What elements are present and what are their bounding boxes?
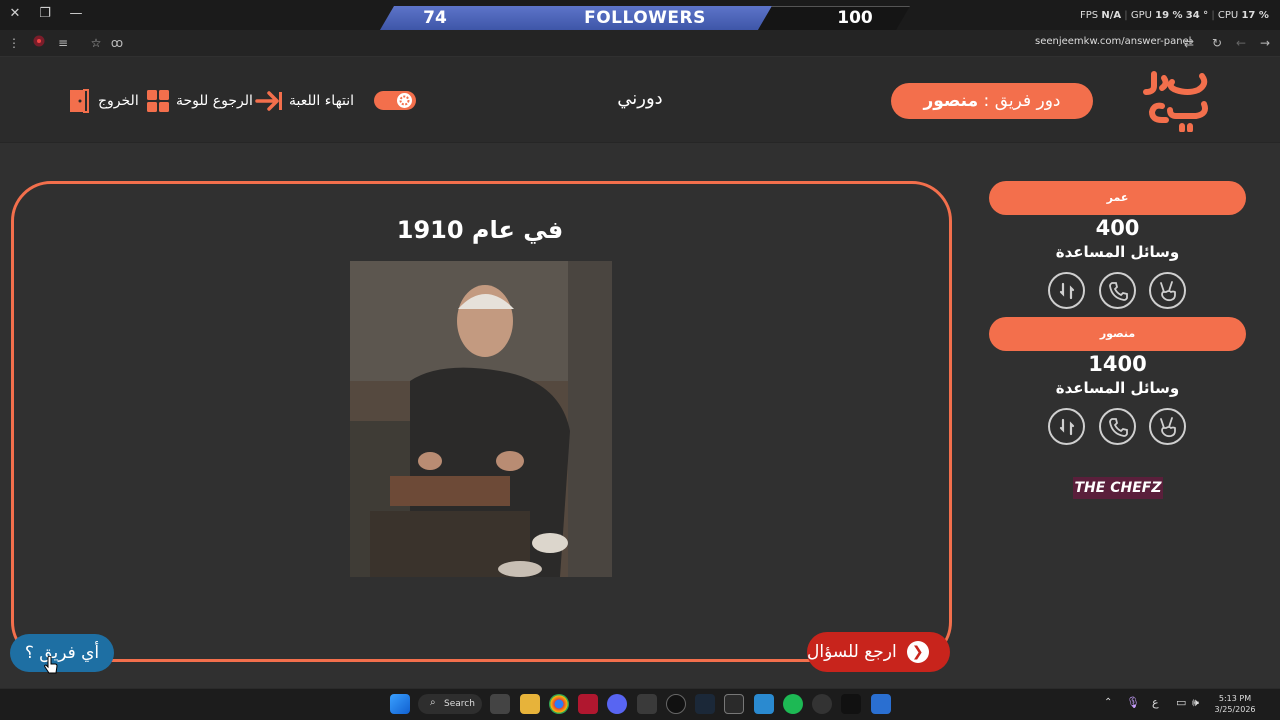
cpu-label: CPU bbox=[1217, 10, 1239, 21]
end-game-button[interactable]: انتهاء اللعبة bbox=[255, 88, 354, 114]
grid-icon bbox=[147, 90, 169, 112]
app-icon[interactable] bbox=[637, 694, 657, 714]
shield-icon[interactable] bbox=[871, 694, 891, 714]
close-window-icon[interactable]: ✕ bbox=[5, 5, 25, 23]
file-explorer-icon[interactable] bbox=[520, 694, 540, 714]
toggle-knob bbox=[397, 93, 412, 108]
restore-window-icon[interactable]: ❐ bbox=[35, 5, 55, 23]
question-title: في عام 1910 bbox=[396, 216, 564, 244]
clock-time: 5:13 PM bbox=[1218, 694, 1252, 703]
back-to-board-label: الرجوع للوحة bbox=[176, 93, 253, 109]
followers-label: FOLLOWERS bbox=[584, 8, 706, 28]
team-aids-label: وسائل المساعدة bbox=[1055, 379, 1180, 397]
taskbar-search-label: Search bbox=[444, 699, 475, 709]
back-to-question-button[interactable]: ❮ ارجع للسؤال bbox=[807, 632, 950, 672]
question-photo bbox=[350, 261, 612, 577]
epic-games-icon[interactable] bbox=[724, 694, 744, 714]
system-clock[interactable]: 5:13 PM 3/25/2026 bbox=[1210, 693, 1260, 715]
turn-prefix: دور فريق : bbox=[978, 91, 1061, 111]
forward-icon[interactable]: ← bbox=[1232, 34, 1250, 52]
hand-cursor-icon bbox=[44, 656, 58, 674]
search-icon: ⌕ bbox=[430, 697, 436, 708]
taskbar-search[interactable]: Search bbox=[418, 694, 482, 714]
cpu-value: 17 % bbox=[1241, 10, 1269, 21]
facebook-gaming-icon[interactable] bbox=[754, 694, 774, 714]
two-answers-icon[interactable] bbox=[1048, 408, 1085, 445]
arrow-right-icon bbox=[255, 91, 282, 111]
clock-date: 3/25/2026 bbox=[1214, 705, 1256, 714]
followers-goal-count: 100 bbox=[837, 8, 873, 28]
followers-current-count: 74 bbox=[423, 8, 447, 28]
back-to-board-button[interactable]: الرجوع للوحة bbox=[146, 88, 253, 114]
mail-icon[interactable] bbox=[841, 694, 861, 714]
team-aids-label: وسائل المساعدة bbox=[1055, 243, 1180, 261]
peace-hand-icon[interactable] bbox=[1149, 408, 1186, 445]
sponsor-logo: THE CHEFZ bbox=[1073, 477, 1163, 499]
back-icon[interactable]: → bbox=[1256, 34, 1274, 52]
reload-icon[interactable]: ↻ bbox=[1208, 34, 1226, 52]
network-icon[interactable]: ▭ bbox=[1176, 696, 1186, 709]
team-name-pill: عمر bbox=[989, 181, 1246, 215]
extension-icon[interactable] bbox=[30, 34, 48, 52]
site-settings-icon[interactable]: ⇄ bbox=[1180, 34, 1198, 52]
end-game-label: انتهاء اللعبة bbox=[289, 93, 355, 109]
exit-door-icon bbox=[70, 89, 89, 113]
gpu-temp: 34 ° bbox=[1185, 10, 1209, 21]
team-name-pill: منصور bbox=[989, 317, 1246, 351]
url-field[interactable]: seenjeemkw.com/answer-panel bbox=[1035, 36, 1191, 47]
chevron-left-icon: ❮ bbox=[906, 641, 929, 663]
reading-list-icon[interactable]: ≡ bbox=[54, 34, 72, 52]
discord-icon[interactable] bbox=[607, 694, 627, 714]
gpu-label: GPU bbox=[1130, 10, 1152, 21]
app-icon[interactable] bbox=[812, 694, 832, 714]
adobe-icon[interactable] bbox=[578, 694, 598, 714]
followers-overlay: 74 FOLLOWERS 100 bbox=[380, 6, 910, 30]
spotify-icon[interactable] bbox=[783, 694, 803, 714]
team-score: 1400 bbox=[1088, 352, 1147, 376]
peace-hand-icon[interactable] bbox=[1149, 272, 1186, 309]
incognito-icon[interactable]: ꝏ bbox=[108, 34, 126, 52]
exit-button[interactable]: الخروج bbox=[68, 88, 139, 114]
team-score: 400 bbox=[1095, 216, 1140, 240]
windows-start-icon[interactable] bbox=[390, 694, 410, 714]
volume-icon[interactable]: 🕪 bbox=[1192, 696, 1199, 710]
obs-icon[interactable] bbox=[666, 694, 686, 714]
back-to-question-label: ارجع للسؤال bbox=[807, 642, 897, 662]
bookmark-star-icon[interactable]: ☆ bbox=[87, 34, 105, 52]
fps-label: FPS bbox=[1080, 10, 1099, 21]
which-team-button[interactable]: أي فريق ؟ bbox=[10, 634, 114, 672]
microphone-icon[interactable]: 🎙 bbox=[1126, 696, 1140, 709]
seen-jeem-logo bbox=[1143, 71, 1208, 132]
two-answers-icon[interactable] bbox=[1048, 272, 1085, 309]
menu-dots-icon[interactable]: ⋮ bbox=[5, 34, 23, 52]
round-title: دورني bbox=[617, 88, 663, 109]
chrome-icon[interactable] bbox=[549, 694, 569, 714]
gpu-value: 19 % bbox=[1155, 10, 1183, 21]
chevron-up-icon[interactable]: ⌃ bbox=[1104, 697, 1112, 708]
turn-team-name: منصور bbox=[923, 91, 979, 111]
task-view-icon[interactable] bbox=[490, 694, 510, 714]
call-friend-icon[interactable] bbox=[1099, 408, 1136, 445]
input-language[interactable]: ع bbox=[1152, 696, 1159, 709]
fps-value: N/A bbox=[1101, 10, 1122, 21]
exit-label: الخروج bbox=[98, 93, 139, 109]
minimize-window-icon[interactable]: — bbox=[66, 5, 86, 23]
steam-icon[interactable] bbox=[695, 694, 715, 714]
current-turn-indicator: دور فريق : منصور bbox=[891, 83, 1093, 119]
call-friend-icon[interactable] bbox=[1099, 272, 1136, 309]
hardware-stats-overlay: FPS N/A | GPU 19 % 34 ° | CPU 17 % bbox=[1080, 10, 1269, 21]
